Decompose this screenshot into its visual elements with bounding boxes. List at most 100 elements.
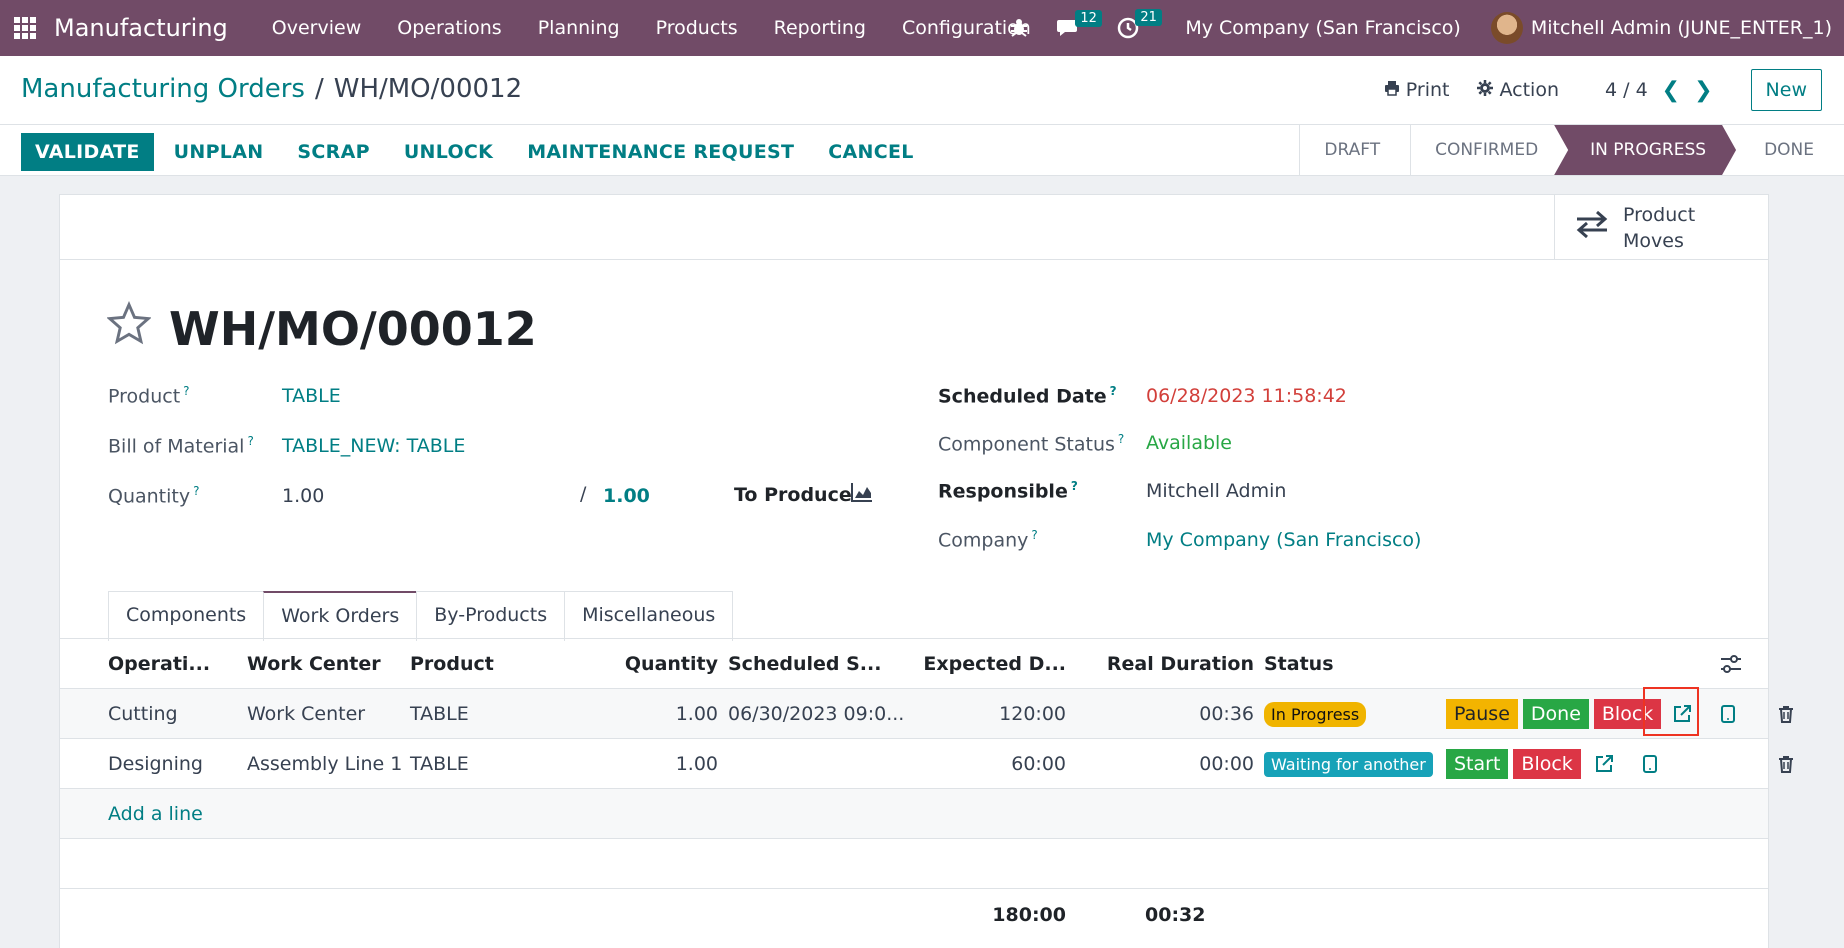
- validate-button[interactable]: VALIDATE: [21, 133, 154, 171]
- stage-done[interactable]: DONE: [1736, 125, 1844, 175]
- col-status[interactable]: Status: [1264, 639, 1334, 689]
- status-bar: VALIDATE UNPLAN SCRAP UNLOCK MAINTENANCE…: [0, 125, 1844, 176]
- action-buttons: VALIDATE UNPLAN SCRAP UNLOCK MAINTENANCE…: [21, 133, 948, 171]
- control-panel: Manufacturing Orders / WH/MO/00012 Print…: [0, 56, 1844, 125]
- favorite-star-icon[interactable]: [106, 300, 152, 356]
- row-work-center: Assembly Line 1: [247, 753, 403, 775]
- menu-products[interactable]: Products: [656, 17, 738, 39]
- pager-value[interactable]: 4 / 4: [1605, 79, 1648, 101]
- component-status-label-text: Component Status: [938, 433, 1115, 456]
- company-label: Company?: [938, 528, 1038, 551]
- user-menu[interactable]: Mitchell Admin (JUNE_ENTER_1): [1531, 17, 1832, 39]
- col-operation[interactable]: Operati...: [108, 639, 210, 689]
- quantity-field[interactable]: 1.00: [282, 485, 324, 507]
- responsible-field[interactable]: Mitchell Admin: [1146, 480, 1286, 502]
- record-title: WH/MO/00012: [169, 301, 537, 356]
- chart-area-icon[interactable]: [851, 482, 873, 507]
- row-scheduled-start: 06/30/2023 09:0...: [728, 703, 905, 725]
- company-label-text: Company: [938, 529, 1029, 552]
- unplan-button[interactable]: UNPLAN: [174, 141, 264, 163]
- pager-next-icon[interactable]: ❯: [1694, 78, 1712, 103]
- col-real-duration[interactable]: Real Duration: [1070, 639, 1254, 689]
- totals-row: 180:00 00:32: [60, 888, 1768, 948]
- unlock-button[interactable]: UNLOCK: [404, 141, 493, 163]
- breadcrumb-parent[interactable]: Manufacturing Orders: [21, 74, 305, 104]
- scheduled-date-help-icon[interactable]: ?: [1110, 384, 1117, 398]
- table-header: Operati... Work Center Product Quantity …: [60, 639, 1768, 689]
- tab-by-products[interactable]: By-Products: [416, 591, 566, 641]
- col-product[interactable]: Product: [410, 639, 494, 689]
- activities-clock-icon[interactable]: 21: [1117, 9, 1162, 39]
- responsible-help-icon[interactable]: ?: [1071, 479, 1078, 493]
- printer-icon: [1384, 79, 1400, 101]
- stage-in-progress[interactable]: IN PROGRESS: [1554, 125, 1736, 175]
- quantity-help-icon[interactable]: ?: [193, 484, 199, 498]
- done-button[interactable]: Done: [1522, 699, 1589, 729]
- bom-label: Bill of Material?: [108, 434, 254, 457]
- tab-work-orders[interactable]: Work Orders: [263, 591, 418, 641]
- menu-operations[interactable]: Operations: [397, 17, 501, 39]
- col-quantity[interactable]: Quantity: [570, 639, 718, 689]
- menu-planning[interactable]: Planning: [538, 17, 620, 39]
- apps-menu-icon[interactable]: [0, 0, 50, 56]
- company-help-icon[interactable]: ?: [1031, 528, 1037, 542]
- pager-previous-icon[interactable]: ❮: [1662, 78, 1680, 103]
- tablet-icon[interactable]: [1643, 739, 1657, 789]
- stage-confirmed[interactable]: CONFIRMED: [1410, 125, 1568, 175]
- product-moves-label: Product Moves: [1623, 202, 1695, 254]
- col-work-center[interactable]: Work Center: [247, 639, 381, 689]
- user-avatar[interactable]: [1490, 12, 1523, 44]
- maintenance-request-button[interactable]: MAINTENANCE REQUEST: [527, 141, 794, 163]
- print-label: Print: [1405, 79, 1450, 101]
- row-quantity: 1.00: [675, 753, 718, 775]
- optional-columns-sliders-icon[interactable]: [1720, 639, 1742, 689]
- col-scheduled-start[interactable]: Scheduled S...: [728, 639, 881, 689]
- row-real-duration: 00:00: [1199, 753, 1254, 775]
- activities-count-badge: 21: [1135, 9, 1162, 26]
- product-help-icon[interactable]: ?: [183, 384, 189, 398]
- messages-icon[interactable]: 12: [1057, 10, 1102, 38]
- table-row[interactable]: Cutting Work Center TABLE 1.00 06/30/202…: [60, 689, 1793, 739]
- messages-count-badge: 12: [1075, 10, 1102, 27]
- product-moves-button[interactable]: Product Moves: [1554, 195, 1768, 260]
- quantity-label-text: Quantity: [108, 485, 191, 508]
- row-status: In Progress: [1264, 689, 1367, 739]
- menu-overview[interactable]: Overview: [272, 17, 361, 39]
- product-label-text: Product: [108, 385, 181, 408]
- add-line-link[interactable]: Add a line: [108, 789, 203, 839]
- start-button[interactable]: Start: [1446, 749, 1509, 779]
- open-external-link-icon[interactable]: [1594, 739, 1614, 789]
- row-expected-duration: 120:00: [999, 703, 1066, 725]
- product-moves-line2: Moves: [1623, 229, 1684, 252]
- bom-field[interactable]: TABLE_NEW: TABLE: [282, 435, 465, 457]
- scrap-button[interactable]: SCRAP: [297, 141, 369, 163]
- print-button[interactable]: Print: [1384, 79, 1450, 101]
- action-button[interactable]: Action: [1477, 79, 1559, 101]
- col-expected-duration[interactable]: Expected D...: [910, 639, 1066, 689]
- cancel-button[interactable]: CANCEL: [828, 141, 913, 163]
- pause-button[interactable]: Pause: [1446, 699, 1518, 729]
- company-field[interactable]: My Company (San Francisco): [1146, 529, 1421, 551]
- table-row[interactable]: Designing Assembly Line 1 TABLE 1.00 60:…: [60, 739, 1793, 789]
- new-button[interactable]: New: [1750, 69, 1822, 111]
- tab-miscellaneous[interactable]: Miscellaneous: [564, 591, 734, 641]
- product-field[interactable]: TABLE: [282, 385, 341, 407]
- tablet-icon[interactable]: [1721, 689, 1735, 739]
- block-button[interactable]: Block: [1513, 749, 1581, 779]
- debug-bug-icon[interactable]: [1009, 18, 1029, 38]
- company-switcher[interactable]: My Company (San Francisco): [1185, 17, 1460, 39]
- delete-trash-icon[interactable]: [1778, 739, 1794, 789]
- scheduled-date-field[interactable]: 06/28/2023 11:58:42: [1146, 385, 1347, 407]
- component-status-help-icon[interactable]: ?: [1118, 432, 1124, 446]
- quantity-to-produce[interactable]: 1.00: [603, 485, 650, 507]
- work-orders-table: Operati... Work Center Product Quantity …: [60, 639, 1793, 839]
- app-name[interactable]: Manufacturing: [54, 14, 228, 42]
- quantity-separator: /: [580, 483, 587, 505]
- delete-trash-icon[interactable]: [1778, 689, 1794, 739]
- bom-help-icon[interactable]: ?: [247, 434, 253, 448]
- responsible-label-text: Responsible: [938, 480, 1068, 503]
- stage-draft[interactable]: DRAFT: [1299, 125, 1410, 175]
- tab-components[interactable]: Components: [108, 591, 265, 641]
- menu-reporting[interactable]: Reporting: [774, 17, 866, 39]
- to-produce-label: To Produce: [734, 484, 852, 506]
